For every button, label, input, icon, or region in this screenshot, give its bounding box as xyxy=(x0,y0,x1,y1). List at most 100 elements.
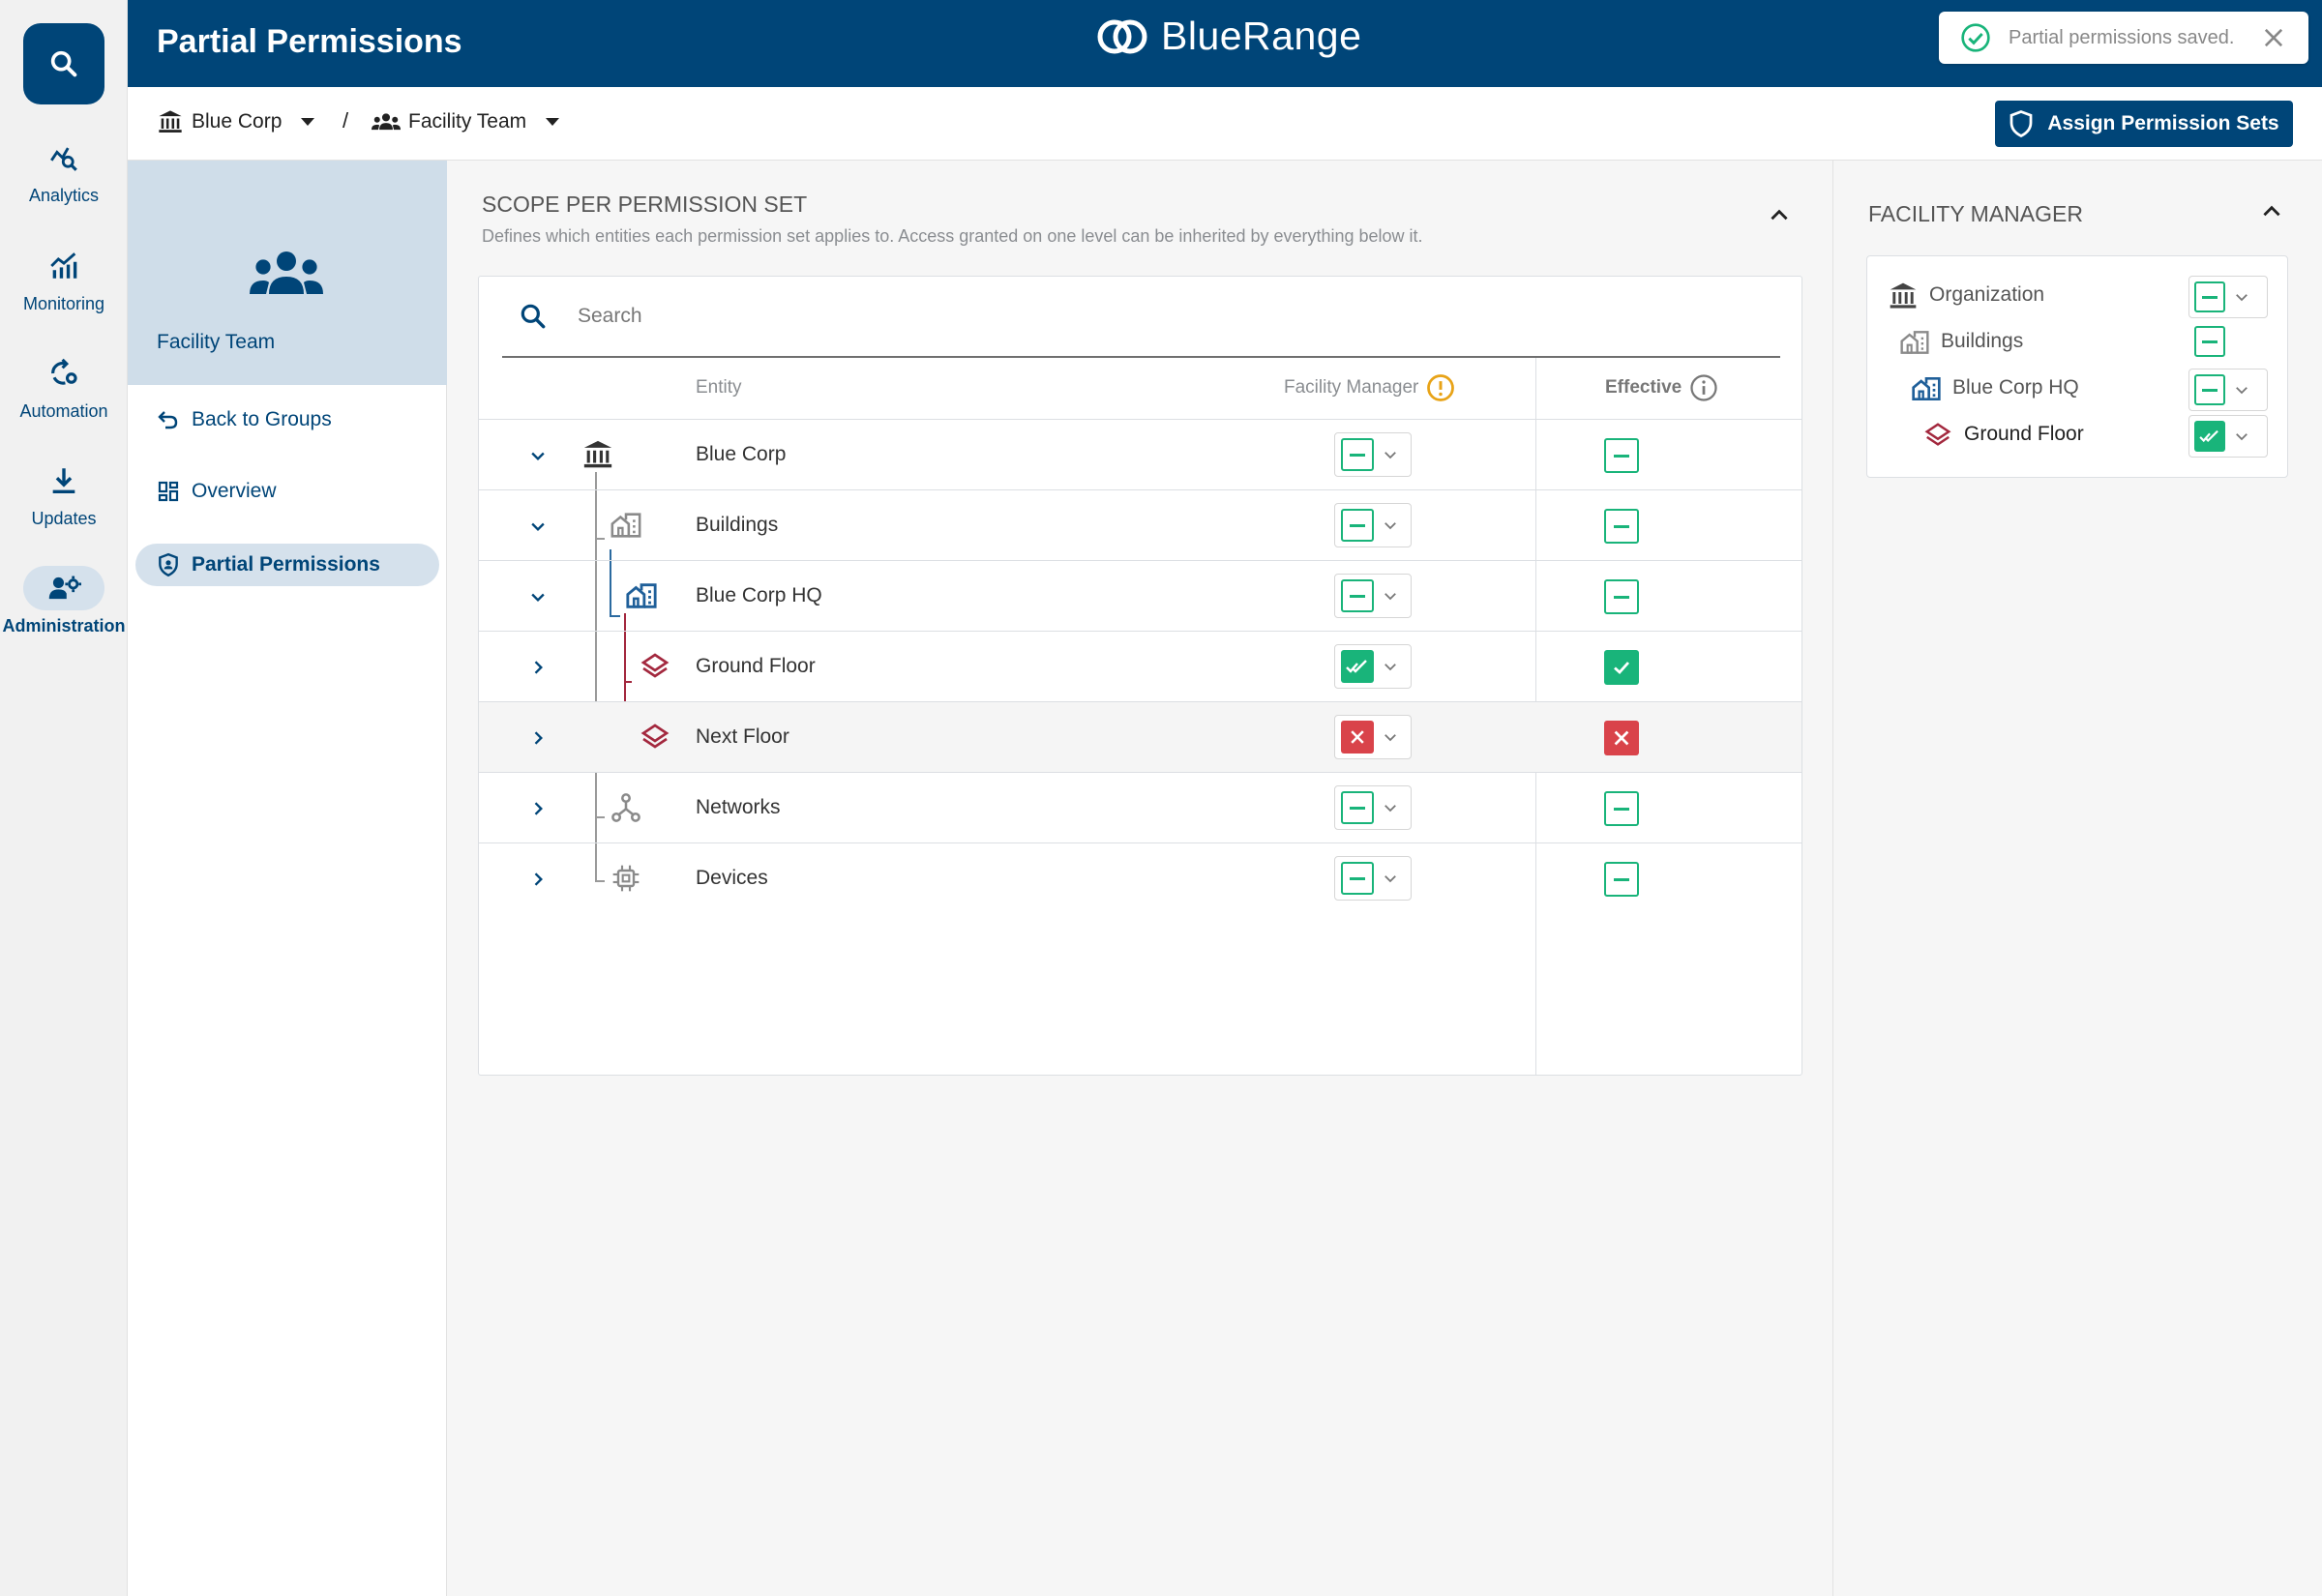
toast-message: Partial permissions saved. xyxy=(2009,26,2235,48)
monitoring-icon xyxy=(23,244,104,288)
permission-state-dropdown[interactable] xyxy=(1334,856,1412,901)
table-row[interactable]: Buildings xyxy=(479,490,1801,561)
column-header-effective: Effective xyxy=(1605,373,1718,402)
rail-item-automation[interactable]: Automation xyxy=(0,351,128,422)
rail-label: Administration xyxy=(2,616,126,635)
entity-label: Blue Corp HQ xyxy=(696,584,822,606)
permission-state-dropdown[interactable] xyxy=(2188,276,2268,318)
rail-item-administration[interactable]: Administration xyxy=(0,566,128,636)
breadcrumb: Blue Corp / Facility Team Assign Permiss… xyxy=(128,87,2322,161)
table-header: Entity Facility Manager Effective xyxy=(479,358,1801,420)
table-row[interactable]: Ground Floor xyxy=(479,632,1801,702)
permission-state-dropdown[interactable] xyxy=(1334,715,1412,759)
partial-state-icon xyxy=(1604,509,1639,544)
caret-down-icon xyxy=(546,118,560,126)
effective-state xyxy=(1604,579,1639,614)
rail-label: Automation xyxy=(19,401,108,421)
full-access-double-check-icon xyxy=(1341,650,1374,683)
rail-item-updates[interactable]: Updates xyxy=(0,458,128,529)
permission-state-dropdown[interactable] xyxy=(2188,415,2268,458)
permission-state-dropdown[interactable] xyxy=(1334,503,1412,547)
partial-state-icon xyxy=(1341,438,1374,471)
search-icon xyxy=(50,50,77,77)
overview-link[interactable]: Overview xyxy=(135,470,439,513)
permission-state-dropdown[interactable] xyxy=(1334,785,1412,830)
breadcrumb-org-selector[interactable]: Blue Corp xyxy=(157,108,315,135)
group-icon xyxy=(372,113,401,131)
permission-state-dropdown[interactable] xyxy=(1334,644,1412,689)
floor-layers-icon xyxy=(636,647,674,686)
summary-row: Blue Corp HQ xyxy=(1867,365,2289,411)
effective-state xyxy=(1604,650,1639,685)
organization-icon xyxy=(579,435,617,474)
permission-set-summary: FACILITY MANAGER Organization Buildings … xyxy=(1832,161,2322,1596)
global-search-button[interactable] xyxy=(23,23,104,104)
navigation-rail: Analytics Monitoring Automation Updates … xyxy=(0,0,128,1596)
breadcrumb-group-selector[interactable]: Facility Team xyxy=(372,108,560,135)
table-row[interactable]: Blue Corp xyxy=(479,420,1801,490)
close-icon xyxy=(2264,28,2283,47)
permission-state-dropdown[interactable] xyxy=(1334,432,1412,477)
rail-label: Monitoring xyxy=(22,294,105,313)
expand-chevron-down-icon[interactable] xyxy=(525,584,551,609)
shield-icon xyxy=(2009,110,2033,138)
brand-logo: BlueRange xyxy=(1095,14,1361,59)
summary-title: FACILITY MANAGER xyxy=(1868,201,2083,226)
effective-state xyxy=(1604,509,1639,544)
partial-state-icon xyxy=(1341,862,1374,895)
table-row[interactable]: Networks xyxy=(479,773,1801,843)
toast-close-button[interactable] xyxy=(2260,24,2287,51)
entity-label: Devices xyxy=(696,867,768,889)
breadcrumb-group-label: Facility Team xyxy=(408,110,527,133)
rail-item-analytics[interactable]: Analytics xyxy=(0,135,128,206)
rail-label: Updates xyxy=(31,509,97,528)
chevron-down-icon xyxy=(1382,658,1399,675)
partial-state-icon xyxy=(1604,862,1639,897)
page-title: Partial Permissions xyxy=(157,23,462,60)
collapse-chevron-up-icon[interactable] xyxy=(1767,203,1792,228)
summary-label: Buildings xyxy=(1941,330,2024,352)
expand-chevron-down-icon[interactable] xyxy=(525,514,551,539)
chevron-down-icon xyxy=(1382,870,1399,887)
nav-link-label: Overview xyxy=(192,480,277,502)
effective-state xyxy=(1604,791,1639,826)
partial-permissions-link[interactable]: Partial Permissions xyxy=(135,544,439,586)
entity-search-input[interactable] xyxy=(578,305,1642,328)
entity-label: Ground Floor xyxy=(696,655,816,677)
partial-state-icon xyxy=(2194,374,2225,405)
chevron-down-icon xyxy=(1382,446,1399,463)
partial-state-icon xyxy=(2194,281,2225,312)
partial-state-icon xyxy=(1341,509,1374,542)
dashboard-icon xyxy=(158,481,179,502)
effective-state xyxy=(1604,438,1639,473)
summary-row: Buildings xyxy=(1867,318,2289,365)
expand-chevron-right-icon[interactable] xyxy=(525,796,551,821)
table-row[interactable]: Next Floor xyxy=(479,702,1801,773)
check-icon xyxy=(1604,650,1639,685)
column-header-entity: Entity xyxy=(696,377,742,398)
table-row[interactable]: Devices xyxy=(479,843,1801,914)
table-row[interactable]: Blue Corp HQ xyxy=(479,561,1801,632)
organization-icon xyxy=(159,110,182,133)
rail-item-monitoring[interactable]: Monitoring xyxy=(0,244,128,314)
assign-permission-sets-button[interactable]: Assign Permission Sets xyxy=(1995,101,2293,147)
entity-label: Buildings xyxy=(696,514,779,536)
expand-chevron-right-icon[interactable] xyxy=(525,725,551,751)
expand-chevron-right-icon[interactable] xyxy=(525,867,551,892)
warning-icon[interactable] xyxy=(1426,373,1455,402)
expand-chevron-right-icon[interactable] xyxy=(525,655,551,680)
permission-state-dropdown[interactable] xyxy=(1334,574,1412,618)
collapse-chevron-up-icon[interactable] xyxy=(2259,199,2284,224)
permissions-table: Entity Facility Manager Effective Blue C… xyxy=(478,276,1802,1076)
column-header-permission-set: Facility Manager xyxy=(1284,373,1455,402)
section-title: SCOPE PER PERMISSION SET xyxy=(482,192,808,217)
expand-chevron-down-icon[interactable] xyxy=(525,443,551,468)
permission-state-dropdown[interactable] xyxy=(2188,369,2268,411)
floor-layers-icon xyxy=(636,718,674,756)
info-icon[interactable] xyxy=(1689,373,1718,402)
network-icon xyxy=(607,788,645,827)
back-to-groups-link[interactable]: Back to Groups xyxy=(135,399,439,441)
deny-x-icon xyxy=(1341,721,1374,754)
column-header-label: Effective xyxy=(1605,377,1682,398)
summary-label: Organization xyxy=(1929,283,2045,306)
